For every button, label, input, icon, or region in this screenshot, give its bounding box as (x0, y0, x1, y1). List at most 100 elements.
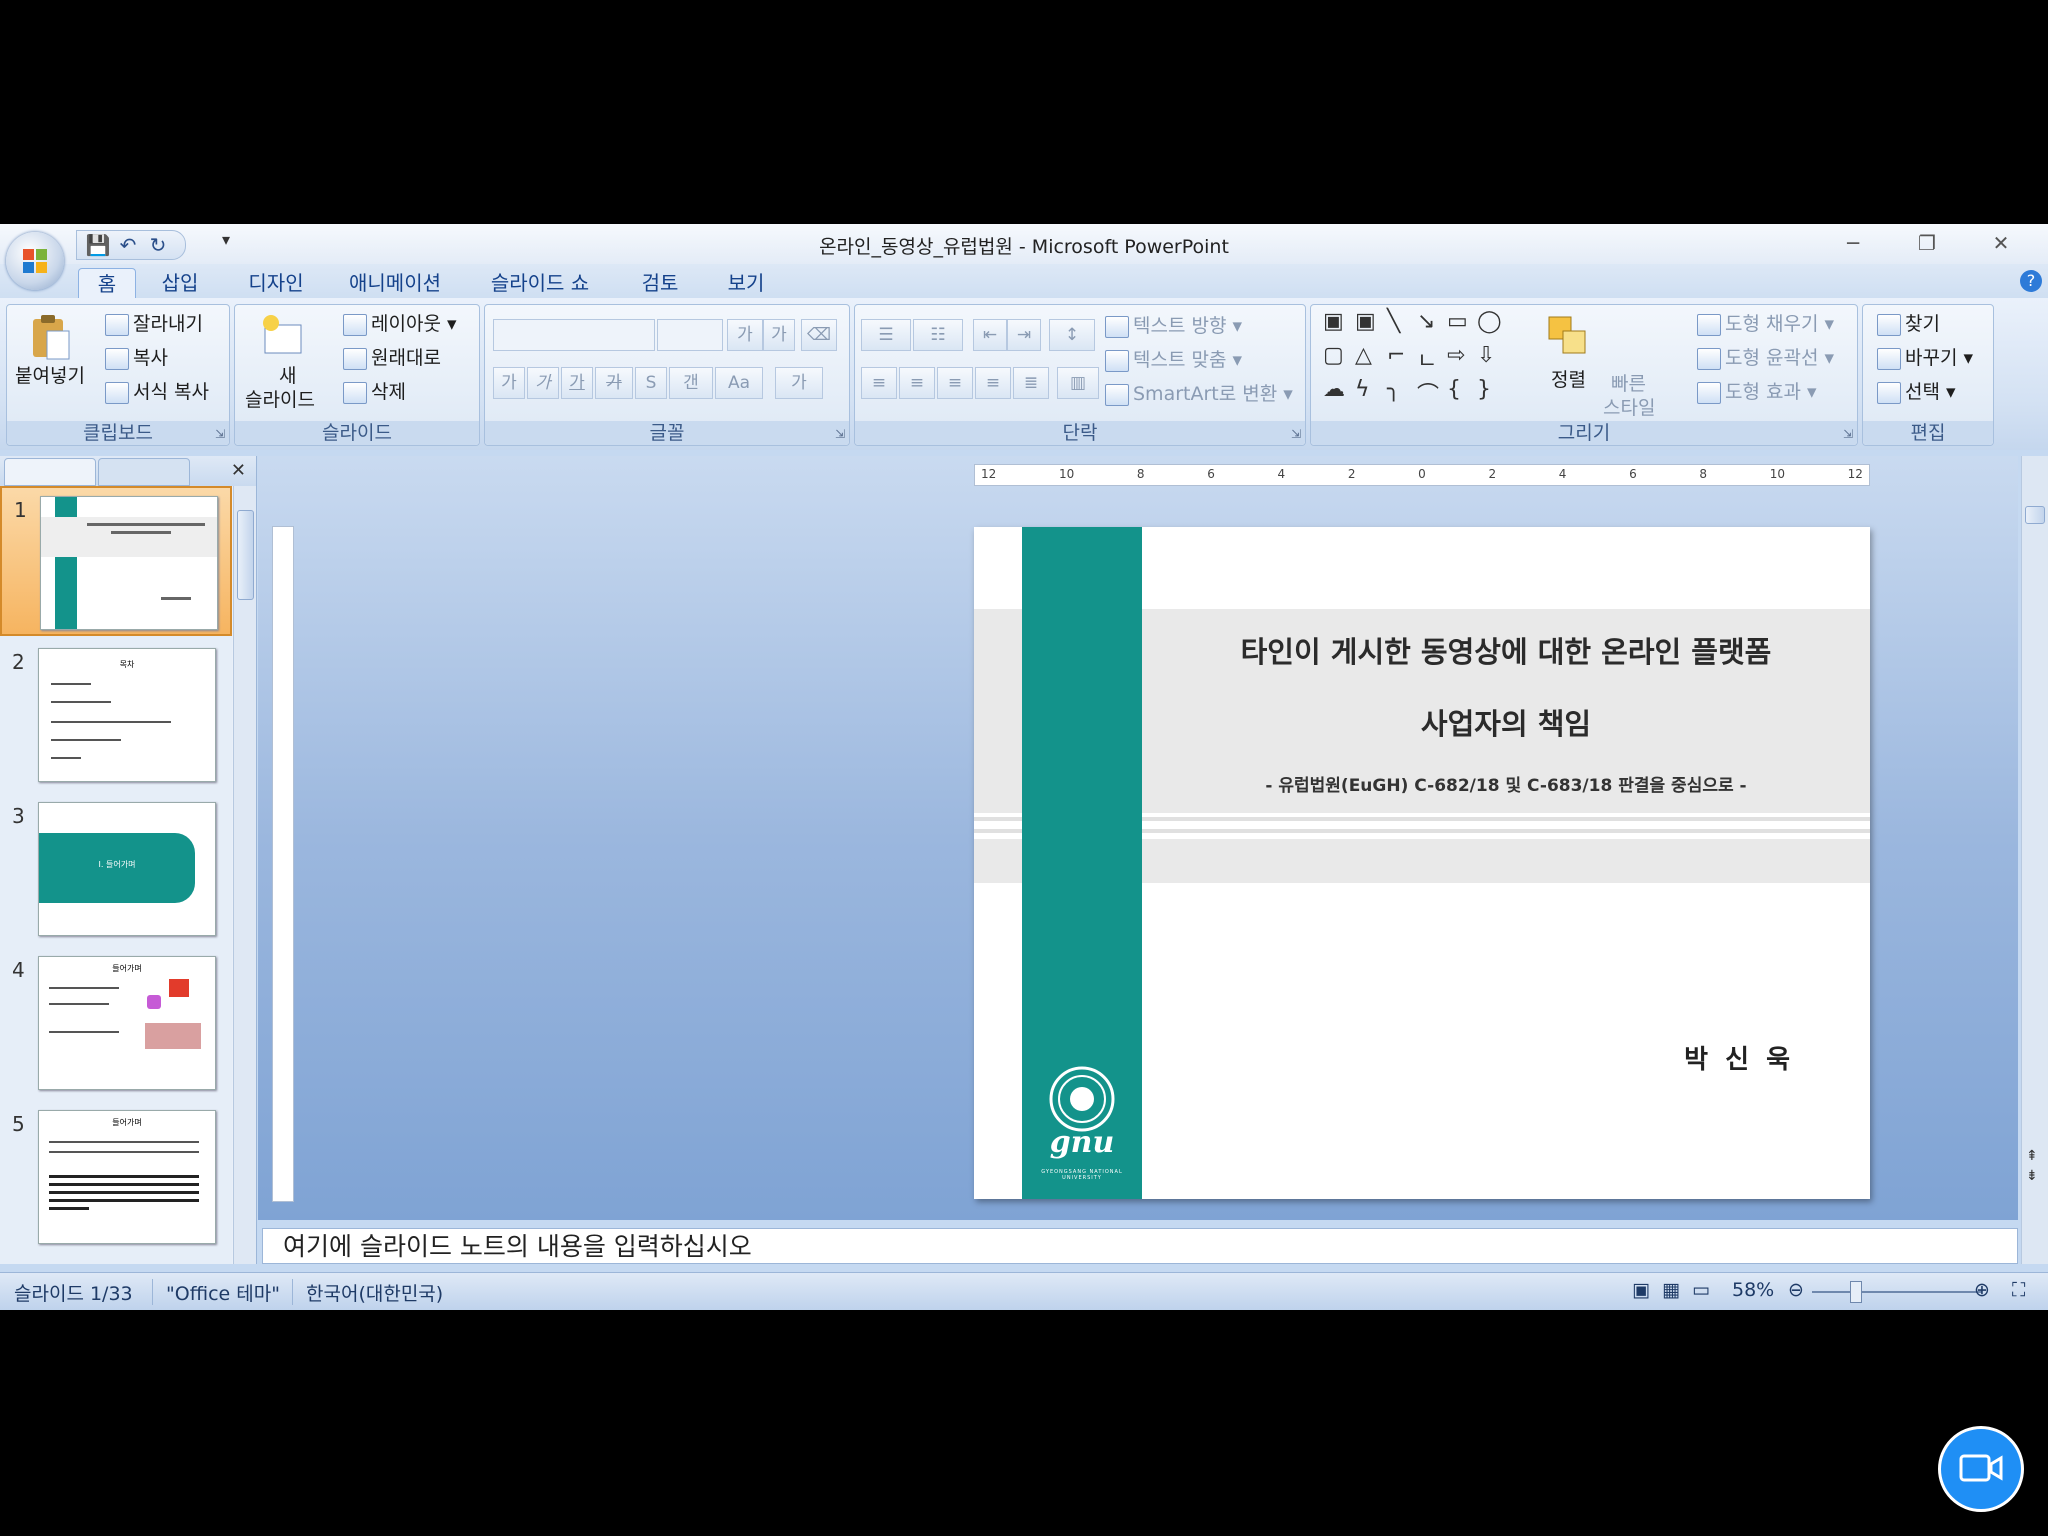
layout-button[interactable]: 레이아웃 ▾ (343, 309, 457, 336)
notes-pane[interactable]: 여기에 슬라이드 노트의 내용을 입력하십시오 (262, 1228, 2018, 1264)
quick-styles-label-1[interactable]: 빠른 (1611, 369, 1646, 396)
find-button[interactable]: 찾기 (1877, 309, 1940, 336)
slide-thumbnail-1[interactable]: 1 (0, 486, 232, 636)
current-slide[interactable]: 타인이 게시한 동영상에 대한 온라인 플랫폼 사업자의 책임 - 유럽법원(E… (974, 527, 1870, 1199)
align-center-button[interactable]: ≡ (899, 367, 935, 399)
scissors-icon (105, 313, 129, 336)
font-family-select[interactable] (493, 319, 655, 351)
text-direction-button[interactable]: 텍스트 방향 ▾ (1105, 311, 1242, 338)
slide-number: 5 (12, 1112, 25, 1136)
tab-slideshow[interactable]: 슬라이드 쇼 (480, 268, 600, 298)
slide-thumbnail-5[interactable]: 5 들어가며 (0, 1102, 232, 1252)
justify-button[interactable]: ≡ (975, 367, 1011, 399)
slides-tab[interactable] (4, 458, 96, 486)
close-panel-icon[interactable]: ✕ (231, 460, 246, 481)
dialog-launcher-icon[interactable]: ⇲ (215, 427, 225, 441)
bold-button[interactable]: 가 (493, 367, 525, 399)
shrink-font-button[interactable]: 가 (763, 319, 795, 351)
strikethrough-button[interactable]: 가 (595, 367, 633, 399)
zoom-slider[interactable] (1812, 1291, 1982, 1293)
zoom-in-icon[interactable]: ⊕ (1974, 1279, 1990, 1301)
normal-view-icon[interactable]: ▣ (1632, 1279, 1650, 1301)
clear-format-button[interactable]: ⌫ (801, 319, 837, 351)
slide-thumbnail-3[interactable]: 3 I. 들어가며 (0, 794, 232, 944)
tab-home[interactable]: 홈 (78, 268, 136, 299)
slide-thumbnail-2[interactable]: 2 목차 (0, 640, 232, 790)
main-scrollbar[interactable]: ⇞ ⇟ (2021, 456, 2048, 1264)
font-size-select[interactable] (657, 319, 723, 351)
increase-indent-button[interactable]: ⇥ (1007, 319, 1041, 351)
new-slide-icon (263, 315, 302, 354)
distribute-button[interactable]: ≣ (1013, 367, 1049, 399)
layout-icon (343, 313, 367, 336)
numbering-button[interactable]: ☷ (913, 319, 963, 351)
italic-button[interactable]: 가 (527, 367, 559, 399)
align-text-button[interactable]: 텍스트 맞춤 ▾ (1105, 345, 1242, 372)
paragraph-dialog-launcher-icon[interactable]: ⇲ (1291, 427, 1301, 441)
language-indicator[interactable]: 한국어(대한민국) (306, 1279, 443, 1306)
format-painter-button[interactable]: 서식 복사 (105, 377, 209, 404)
outline-tab[interactable] (98, 458, 190, 486)
quick-styles-button[interactable]: 스타일 (1603, 393, 1655, 420)
font-dialog-launcher-icon[interactable]: ⇲ (835, 427, 845, 441)
char-spacing-button[interactable]: 갠 (669, 367, 713, 399)
decrease-indent-button[interactable]: ⇤ (973, 319, 1007, 351)
main-scroll-thumb[interactable] (2025, 506, 2045, 524)
editing-group: 찾기 바꾸기 ▾ 선택 ▾ 편집 (1862, 304, 1994, 446)
font-color-button[interactable]: 가 (775, 367, 823, 399)
fit-window-icon[interactable]: ⛶ (2012, 1279, 2025, 1301)
slide-thumbnail-4[interactable]: 4 들어가며 (0, 948, 232, 1098)
camera-button[interactable] (1938, 1426, 2024, 1512)
columns-button[interactable]: ▥ (1057, 367, 1099, 399)
theme-name: "Office 테마" (166, 1283, 280, 1305)
tab-design[interactable]: 디자인 (240, 268, 312, 298)
copy-button[interactable]: 복사 (105, 343, 168, 370)
close-button[interactable]: ✕ (1964, 228, 2038, 258)
office-logo-icon (23, 249, 47, 273)
grow-font-button[interactable]: 가 (727, 319, 763, 351)
tab-insert[interactable]: 삽입 (150, 268, 210, 298)
tab-review[interactable]: 검토 (630, 268, 690, 298)
underline-button[interactable]: 가 (561, 367, 593, 399)
shadow-button[interactable]: S (635, 367, 667, 399)
replace-button[interactable]: 바꾸기 ▾ (1877, 343, 1973, 370)
zoom-out-icon[interactable]: ⊖ (1788, 1279, 1804, 1301)
smartart-icon (1105, 383, 1129, 406)
shape-effects-button[interactable]: 도형 효과 ▾ (1697, 377, 1817, 404)
new-slide-button[interactable]: 슬라이드 (245, 385, 315, 412)
line-spacing-button[interactable]: ↕ (1049, 319, 1095, 351)
minimize-button[interactable]: ─ (1816, 228, 1890, 258)
panel-scrollbar[interactable] (233, 486, 256, 1264)
tab-animations[interactable]: 애니메이션 (340, 268, 450, 298)
zoom-slider-thumb[interactable] (1850, 1281, 1862, 1303)
change-case-button[interactable]: Aa (715, 367, 763, 399)
arrange-button[interactable]: 정렬 (1551, 365, 1586, 392)
slideshow-view-icon[interactable]: ▭ (1692, 1279, 1710, 1301)
delete-slide-button[interactable]: 삭제 (343, 377, 406, 404)
slide-counter: 슬라이드 1/33 (14, 1283, 133, 1305)
effects-icon (1697, 381, 1721, 404)
shape-outline-button[interactable]: 도형 윤곽선 ▾ (1697, 343, 1834, 370)
zoom-level[interactable]: 58% (1732, 1279, 1774, 1301)
restore-button[interactable]: ❐ (1890, 228, 1964, 258)
new-slide-label-1[interactable]: 새 (279, 361, 296, 388)
drawing-dialog-launcher-icon[interactable]: ⇲ (1843, 427, 1853, 441)
cut-button[interactable]: 잘라내기 (105, 309, 203, 336)
thumbnail-preview: 들어가며 (38, 956, 216, 1090)
next-slide-icon[interactable]: ⇟ (2026, 1168, 2038, 1184)
reset-button[interactable]: 원래대로 (343, 343, 441, 370)
help-icon[interactable]: ? (2020, 270, 2042, 292)
panel-scroll-thumb[interactable] (237, 510, 254, 600)
prev-slide-icon[interactable]: ⇞ (2026, 1148, 2038, 1164)
align-right-button[interactable]: ≡ (937, 367, 973, 399)
shape-fill-button[interactable]: 도형 채우기 ▾ (1697, 309, 1834, 336)
smartart-button[interactable]: SmartArt로 변환 ▾ (1105, 379, 1293, 406)
tab-view[interactable]: 보기 (716, 268, 776, 298)
sorter-view-icon[interactable]: ▦ (1662, 1279, 1680, 1301)
paste-button[interactable]: 붙여넣기 (15, 361, 85, 388)
select-button[interactable]: 선택 ▾ (1877, 377, 1956, 404)
office-button[interactable] (6, 232, 64, 290)
bullets-button[interactable]: ☰ (861, 319, 911, 351)
align-left-button[interactable]: ≡ (861, 367, 897, 399)
slide-number: 3 (12, 804, 25, 828)
